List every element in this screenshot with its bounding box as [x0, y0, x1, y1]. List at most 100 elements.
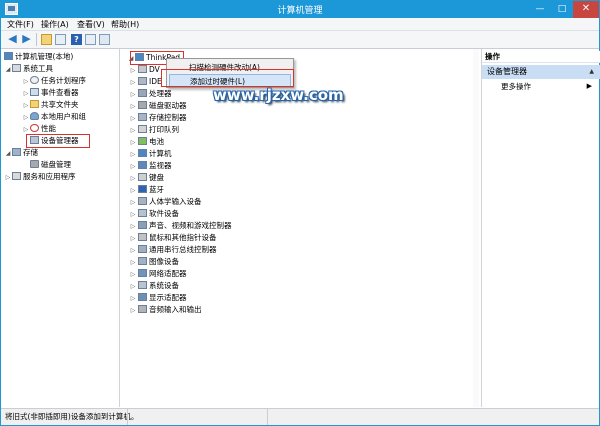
- device-category-item[interactable]: ▷ 网络适配器: [128, 268, 187, 280]
- display-adapter-icon: [138, 293, 147, 301]
- status-cell: [127, 409, 267, 425]
- title-bar[interactable]: 计算机管理 — □ ✕: [1, 1, 599, 18]
- device-category-label: 系统设备: [149, 281, 179, 290]
- device-category-item[interactable]: ▷ 软件设备: [128, 208, 179, 220]
- device-category-item[interactable]: ▷ 处理器: [128, 88, 172, 100]
- tree-item-storage[interactable]: ◢ 存储: [4, 147, 38, 159]
- forward-arrow-icon[interactable]: ▶: [21, 33, 32, 45]
- status-bar: 将旧式(非即插即用)设备添加到计算机。: [1, 408, 599, 425]
- device-category-label: 声音、视频和游戏控制器: [149, 221, 232, 230]
- device-category-label: 监视器: [149, 161, 172, 170]
- tree-item-local-users[interactable]: ▷ 本地用户和组: [22, 111, 86, 123]
- usb-icon: [138, 245, 147, 253]
- storage-controller-icon: [138, 113, 147, 121]
- device-category-item[interactable]: ▷ 计算机: [128, 148, 172, 160]
- device-category-item[interactable]: ▷ 键盘: [128, 172, 164, 184]
- expand-arrow-icon[interactable]: ▷: [4, 172, 12, 184]
- vertical-scrollbar[interactable]: [473, 49, 479, 407]
- tree-item-disk-management[interactable]: 磁盘管理: [30, 159, 71, 171]
- keyboard-icon: [138, 173, 147, 181]
- computer-management-window: 计算机管理 — □ ✕ 文件(F) 操作(A) 查看(V) 帮助(H) ◀ ▶ …: [0, 0, 600, 426]
- device-category-label: 图像设备: [149, 257, 179, 266]
- folder-icon: [30, 100, 39, 108]
- device-category-label: 鼠标和其他指针设备: [149, 233, 217, 242]
- maximize-button[interactable]: □: [551, 1, 573, 18]
- menu-view[interactable]: 查看(V): [77, 19, 105, 30]
- device-category-item[interactable]: ▷ DV: [128, 64, 160, 76]
- device-category-item[interactable]: ▷ 图像设备: [128, 256, 179, 268]
- tools-icon: [12, 64, 21, 72]
- chevron-right-icon: ▶: [586, 82, 592, 90]
- help-icon[interactable]: ?: [71, 34, 82, 45]
- software-device-icon: [138, 209, 147, 217]
- actions-section-device-manager[interactable]: 设备管理器 ▲: [482, 65, 600, 79]
- device-category-label: 音频输入和输出: [149, 305, 202, 314]
- console-icon[interactable]: [99, 34, 110, 45]
- menu-action[interactable]: 操作(A): [41, 19, 69, 30]
- tree-item-shared-folders[interactable]: ▷ 共享文件夹: [22, 99, 79, 111]
- toolbar: ◀ ▶ ?: [1, 31, 599, 49]
- device-category-item[interactable]: ▷ 监视器: [128, 160, 172, 172]
- computer-icon: [138, 149, 147, 157]
- device-category-item[interactable]: ▷ 磁盘驱动器: [128, 100, 187, 112]
- device-category-item[interactable]: ▷ 人体学输入设备: [128, 196, 202, 208]
- device-category-item[interactable]: ▷ 声音、视频和游戏控制器: [128, 220, 232, 232]
- status-cell: [267, 409, 407, 425]
- tree-item-system-tools[interactable]: ◢ 系统工具: [4, 63, 53, 75]
- device-category-item[interactable]: ▷ 存储控制器: [128, 112, 187, 124]
- imaging-icon: [138, 257, 147, 265]
- ide-icon: [138, 77, 147, 85]
- tree-item-event-viewer[interactable]: ▷ 事件查看器: [22, 87, 79, 99]
- processor-icon: [138, 89, 147, 97]
- minimize-button[interactable]: —: [529, 1, 551, 18]
- up-folder-icon[interactable]: [41, 34, 52, 45]
- disk-drive-icon: [138, 101, 147, 109]
- users-icon: [30, 112, 39, 120]
- device-category-item[interactable]: ▷ IDE: [128, 76, 162, 88]
- expand-arrow-icon[interactable]: ▷: [128, 305, 138, 317]
- bluetooth-icon: [138, 185, 147, 193]
- collapse-arrow-icon[interactable]: ◢: [4, 64, 12, 76]
- device-category-item[interactable]: ▷ 系统设备: [128, 280, 179, 292]
- device-category-item[interactable]: ▷ 通用串行总线控制器: [128, 244, 217, 256]
- navigation-tree: 计算机管理(本地) ◢ 系统工具 ▷ 任务计划程序 ▷ 事件查看器 ▷ 共享文件夹 ▷ 本…: [2, 49, 120, 407]
- menu-file[interactable]: 文件(F): [7, 19, 34, 30]
- tree-item-root[interactable]: 计算机管理(本地): [4, 51, 73, 63]
- add-legacy-highlight: [161, 69, 294, 87]
- show-hide-tree-icon[interactable]: [55, 34, 66, 45]
- actions-header: 操作: [482, 51, 600, 63]
- device-category-item[interactable]: ▷ 显示适配器: [128, 292, 187, 304]
- device-category-item[interactable]: ▷ 电池: [128, 136, 164, 148]
- properties-icon[interactable]: [85, 34, 96, 45]
- chevron-up-icon[interactable]: ▲: [589, 65, 594, 79]
- device-category-item[interactable]: ▷ 蓝牙: [128, 184, 164, 196]
- status-text: 将旧式(非即插即用)设备添加到计算机。: [5, 412, 139, 421]
- device-category-label: 存储控制器: [149, 113, 187, 122]
- device-category-label: 打印队列: [149, 125, 179, 134]
- more-actions-item[interactable]: 更多操作 ▶: [482, 80, 600, 93]
- device-category-item[interactable]: ▷ 鼠标和其他指针设备: [128, 232, 217, 244]
- device-category-item[interactable]: ▷ 音频输入和输出: [128, 304, 202, 316]
- device-category-label: 蓝牙: [149, 185, 164, 194]
- device-category-label: 人体学输入设备: [149, 197, 202, 206]
- menu-help[interactable]: 帮助(H): [111, 19, 139, 30]
- device-category-label: 电池: [149, 137, 164, 146]
- tree-item-services[interactable]: ▷ 服务和应用程序: [4, 171, 76, 183]
- disk-icon: [30, 160, 39, 168]
- device-category-label: 显示适配器: [149, 293, 187, 302]
- collapse-arrow-icon[interactable]: ◢: [4, 148, 12, 160]
- clock-icon: [30, 76, 39, 84]
- device-category-label: 通用串行总线控制器: [149, 245, 217, 254]
- network-adapter-icon: [138, 269, 147, 277]
- close-button[interactable]: ✕: [573, 1, 599, 18]
- dvd-icon: [138, 65, 147, 73]
- computer-management-icon: [4, 52, 13, 60]
- toolbar-separator: [36, 33, 37, 46]
- menu-bar: 文件(F) 操作(A) 查看(V) 帮助(H): [1, 18, 599, 31]
- device-category-label: 计算机: [149, 149, 172, 158]
- actions-pane: 操作 设备管理器 ▲ 更多操作 ▶: [481, 49, 600, 407]
- device-category-item[interactable]: ▷ 打印队列: [128, 124, 179, 136]
- device-category-label: DV: [149, 65, 160, 74]
- back-arrow-icon[interactable]: ◀: [7, 33, 18, 45]
- tree-item-task-scheduler[interactable]: ▷ 任务计划程序: [22, 75, 86, 87]
